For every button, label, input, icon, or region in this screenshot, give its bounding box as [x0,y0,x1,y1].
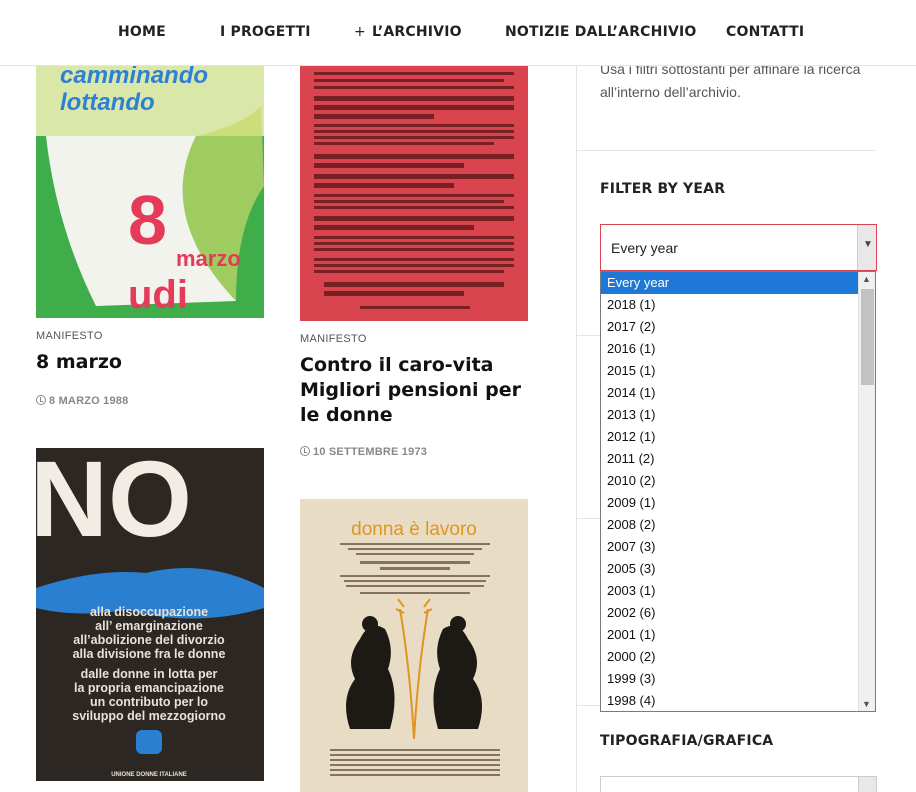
nav-notizie[interactable]: NOTIZIE DALL’ARCHIVIO [505,24,697,40]
svg-text:la propria emancipazione: la propria emancipazione [74,681,224,695]
year-option[interactable]: 2018 (1) [601,294,859,316]
top-navigation: HOME I PROGETTI + L’ARCHIVIO NOTIZIE DALL… [0,0,916,66]
year-option[interactable]: 2005 (3) [601,558,859,580]
post-date: 8 MARZO 1988 [36,395,128,407]
year-select-value: Every year [611,240,678,256]
nav-home[interactable]: HOME [118,24,166,40]
year-option[interactable]: Every year [601,272,859,294]
sidebar-divider [576,66,577,792]
svg-text:lottando: lottando [60,89,155,116]
post-date: 10 SETTEMBRE 1973 [300,446,427,458]
poster-donna-lavoro[interactable]: donna è lavoro [300,499,528,792]
year-option[interactable]: 2009 (1) [601,492,859,514]
year-option[interactable]: 1999 (3) [601,668,859,690]
scroll-down-arrow-icon[interactable]: ▼ [862,699,871,709]
chevron-down-icon: ▼ [863,239,873,250]
year-option[interactable]: 2012 (1) [601,426,859,448]
svg-text:marzo: marzo [176,246,241,271]
nav-contatti[interactable]: CONTATTI [726,24,804,40]
tipografia-select-toggle[interactable] [858,777,876,792]
year-option[interactable]: 2008 (2) [601,514,859,536]
year-option[interactable]: 2001 (1) [601,624,859,646]
year-option[interactable]: 2000 (2) [601,646,859,668]
post-title[interactable]: 8 marzo [36,350,122,375]
svg-text:donna è lavoro: donna è lavoro [351,519,477,540]
svg-text:alla disoccupazione: alla disoccupazione [90,605,208,619]
poster-8-marzo-art: camminando lottando 8 marzo udi [36,66,264,318]
scroll-up-arrow-icon[interactable]: ▲ [862,274,871,284]
svg-text:all’abolizione del divorzio: all’abolizione del divorzio [73,633,225,647]
svg-text:camminando: camminando [60,66,208,89]
year-select[interactable]: Every year ▼ [600,224,877,271]
clock-icon [300,446,310,456]
year-option[interactable]: 2003 (1) [601,580,859,602]
divider [577,150,876,151]
post-date-text: 10 SETTEMBRE 1973 [313,446,428,458]
year-option[interactable]: 2002 (6) [601,602,859,624]
year-option[interactable]: 2013 (1) [601,404,859,426]
year-option[interactable]: 1998 (4) [601,690,859,711]
year-dropdown-list[interactable]: 1998 (4) 1999 (3) 2000 (2) 2001 (1) 2002 (6)… [600,271,876,712]
year-option[interactable]: 2011 (2) [601,448,859,470]
post-title[interactable]: Contro il caro-vita Migliori pensioni pe… [300,353,540,428]
year-option[interactable]: 2010 (2) [601,470,859,492]
post-title-line: Migliori pensioni per [300,379,521,401]
svg-text:NO: NO [36,448,192,559]
svg-text:dalle donne in lotta per: dalle donne in lotta per [81,667,218,681]
dropdown-scrollbar[interactable]: ▲ ▼ [858,272,875,711]
year-option[interactable]: 2016 (1) [601,338,859,360]
svg-text:sviluppo del mezzogiorno: sviluppo del mezzogiorno [72,709,226,723]
post-date-text: 8 MARZO 1988 [49,395,129,407]
year-option[interactable]: 2015 (1) [601,360,859,382]
year-select-toggle[interactable]: ▼ [857,225,876,270]
nav-progetti[interactable]: I PROGETTI [220,24,311,40]
nav-archivio[interactable]: + L’ARCHIVIO [354,24,462,40]
post-category: MANIFESTO [36,330,103,342]
poster-caro-vita[interactable] [300,66,528,321]
poster-no-art: NO alla disoccupazione all’ emarginazion… [36,448,264,781]
post-category: MANIFESTO [300,333,367,345]
poster-caro-vita-art [300,66,528,321]
clock-icon [36,395,46,405]
poster-donna-lavoro-art: donna è lavoro [300,499,528,792]
year-option[interactable]: 2014 (1) [601,382,859,404]
post-title-line: le donne [300,404,393,426]
poster-8-marzo[interactable]: camminando lottando 8 marzo udi [36,66,264,318]
year-option[interactable]: 2017 (2) [601,316,859,338]
svg-text:all’ emarginazione: all’ emarginazione [95,619,203,633]
svg-text:un contributo per lo: un contributo per lo [90,695,208,709]
year-option[interactable]: 2007 (3) [601,536,859,558]
filter-by-year-title: FILTER BY YEAR [600,181,726,197]
nav-archivio-label: L’ARCHIVIO [371,24,462,40]
svg-text:udi: udi [128,273,188,317]
svg-text:alla divisione fra le donne: alla divisione fra le donne [73,647,226,661]
poster-no[interactable]: NO alla disoccupazione all’ emarginazion… [36,448,264,781]
tipografia-select[interactable] [600,776,877,792]
svg-text:UNIONE DONNE ITALIANE: UNIONE DONNE ITALIANE [111,772,187,778]
plus-icon: + [354,24,366,40]
scrollbar-thumb[interactable] [861,289,874,385]
tipografia-grafica-title: TIPOGRAFIA/GRAFICA [600,733,774,749]
svg-text:8: 8 [128,181,167,259]
post-title-line: Contro il caro-vita [300,354,494,376]
